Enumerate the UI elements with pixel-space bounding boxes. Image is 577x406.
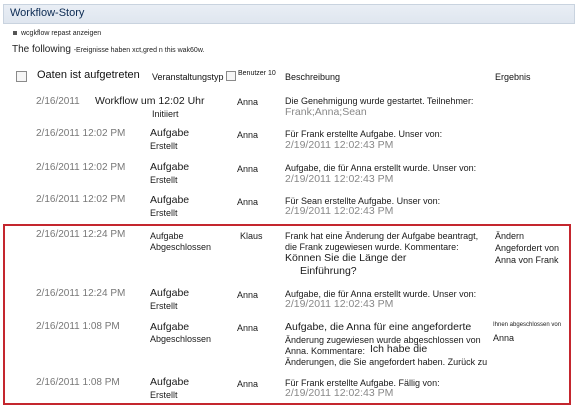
column-header-date[interactable]: Oaten ist aufgetreten bbox=[37, 69, 140, 81]
select-all-checkbox[interactable] bbox=[16, 71, 27, 82]
row-description-line4: Einführung? bbox=[300, 265, 357, 277]
row-date: 2/16/2011 12:02 PM bbox=[36, 162, 126, 173]
row-date: 2/16/2011 12:02 PM bbox=[36, 194, 126, 205]
row-date: 2/16/2011 12:24 PM bbox=[36, 288, 126, 299]
row-outcome: Ihnen abgeschlossen von bbox=[493, 322, 562, 328]
row-outcome: Ändern bbox=[495, 231, 525, 241]
row-event-type: Workflow um 12:02 Uhr bbox=[95, 95, 205, 107]
row-description-line3: Können Sie die Länge der bbox=[285, 252, 407, 264]
column-header-event-type[interactable]: Veranstaltungstyp bbox=[152, 72, 224, 82]
row-event-type: Aufgabe bbox=[150, 161, 190, 173]
row-description: Frank hat eine Änderung der Aufgabe bean… bbox=[285, 231, 479, 241]
row-description: Aufgabe, die Anna für eine angeforderte bbox=[285, 321, 472, 333]
column-header-user[interactable]: Benutzer 10 bbox=[238, 70, 276, 77]
row-description-detail: 2/19/2011 12:02:43 PM bbox=[285, 387, 394, 399]
column-header-outcome[interactable]: Ergebnis bbox=[495, 72, 531, 82]
row-event-type: Aufgabe bbox=[150, 127, 190, 139]
row-user[interactable]: Anna bbox=[237, 164, 258, 175]
row-event-type: Aufgabe bbox=[150, 287, 190, 299]
row-description-detail: Frank;Anna;Sean bbox=[285, 106, 367, 118]
row-event-type-detail: Erstellt bbox=[150, 175, 178, 185]
row-user[interactable]: Anna bbox=[237, 197, 258, 208]
row-description-detail: 2/19/2011 12:02:43 PM bbox=[285, 139, 394, 151]
row-description-detail: 2/19/2011 12:02:43 PM bbox=[285, 298, 394, 310]
web-part-title[interactable]: Workflow-Story bbox=[10, 7, 84, 19]
row-event-type-detail: Abgeschlossen bbox=[150, 334, 212, 344]
show-workflow-report-link[interactable]: wcgkflow repast anzeigen bbox=[13, 30, 101, 37]
row-outcome-line3: Anna von Frank bbox=[495, 255, 559, 265]
row-description-line3: Anna. Kommentare: bbox=[285, 346, 366, 356]
row-date: 2/16/2011 1:08 PM bbox=[36, 321, 120, 332]
web-part-title-bar: Workflow-Story bbox=[3, 4, 575, 24]
summary-rest: -Ereignisse haben xct,gred n this wak60w… bbox=[73, 47, 205, 54]
row-user[interactable]: Anna bbox=[237, 130, 258, 141]
row-description-detail: 2/19/2011 12:02:43 PM bbox=[285, 173, 394, 185]
row-user[interactable]: Anna bbox=[237, 379, 258, 390]
row-event-type: Aufgabe bbox=[150, 321, 190, 333]
row-user[interactable]: Anna bbox=[237, 323, 258, 334]
row-event-type-detail: Erstellt bbox=[150, 208, 178, 218]
column-header-description[interactable]: Beschreibung bbox=[285, 72, 340, 82]
row-description-line4: Änderungen, die Sie angefordert haben. Z… bbox=[285, 357, 488, 367]
row-event-type: Aufgabe bbox=[150, 194, 190, 206]
row-user[interactable]: Anna bbox=[237, 97, 258, 108]
row-user[interactable]: Anna bbox=[237, 290, 258, 301]
column-checkbox[interactable] bbox=[226, 71, 236, 81]
bullet-icon bbox=[13, 31, 17, 36]
row-event-type: Aufgabe bbox=[150, 376, 190, 388]
row-user[interactable]: Klaus bbox=[240, 231, 263, 242]
row-event-type-detail: Initiiert bbox=[152, 109, 179, 119]
row-event-type-detail: Erstellt bbox=[150, 390, 178, 400]
row-outcome-line2: Angefordert von bbox=[495, 243, 560, 253]
row-event-type-detail: Erstellt bbox=[150, 141, 178, 151]
row-description-detail: 2/19/2011 12:02:43 PM bbox=[285, 205, 394, 217]
row-event-type-detail: Erstellt bbox=[150, 301, 178, 311]
show-link-label[interactable]: wcgkflow repast anzeigen bbox=[21, 30, 101, 37]
row-event-type-detail: Abgeschlossen bbox=[150, 242, 212, 252]
row-outcome-line2: Anna bbox=[493, 333, 515, 343]
history-summary: The following -Ereignisse haben xct,gred… bbox=[12, 44, 204, 55]
row-date: 2/16/2011 12:02 PM bbox=[36, 128, 126, 139]
row-description-line3b: Ich habe die bbox=[370, 343, 428, 355]
row-date: 2/16/2011 12:24 PM bbox=[36, 229, 126, 240]
row-date: 2/16/2011 bbox=[36, 96, 80, 107]
row-event-type: Aufgabe bbox=[150, 231, 184, 241]
summary-prefix: The following bbox=[12, 44, 71, 55]
row-date: 2/16/2011 1:08 PM bbox=[36, 377, 120, 388]
